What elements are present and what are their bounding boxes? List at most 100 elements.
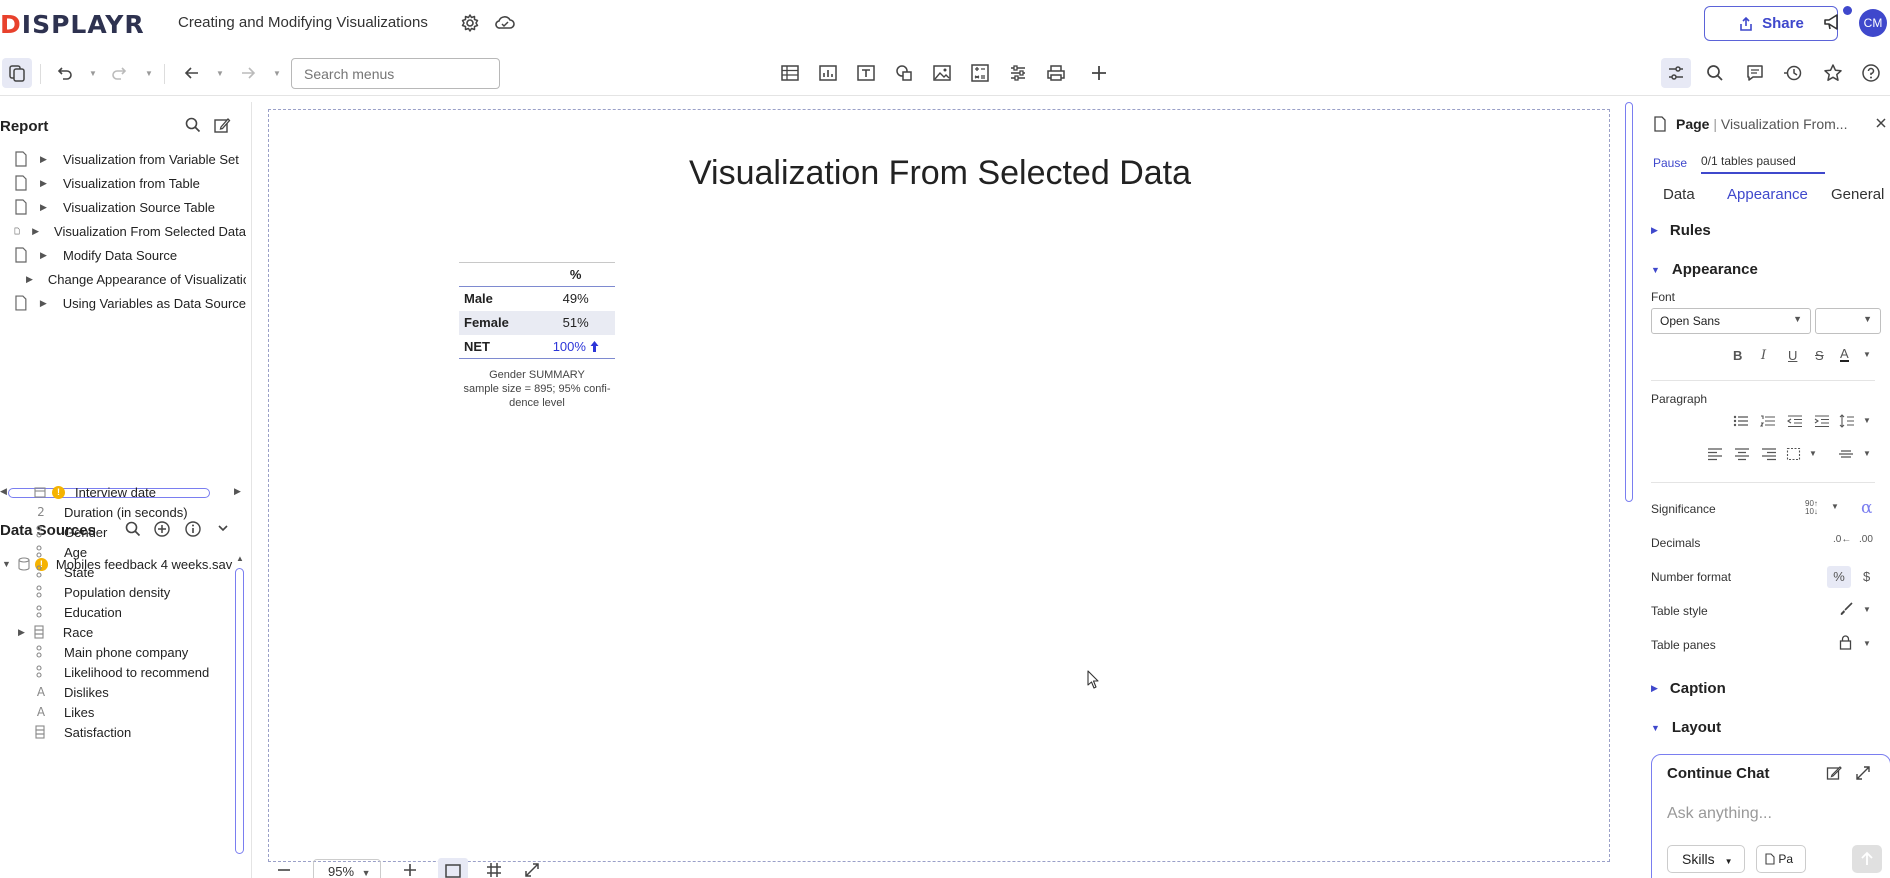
pause-button[interactable]: Pause <box>1653 156 1687 170</box>
close-icon[interactable] <box>1874 116 1888 130</box>
increase-decimals-icon[interactable]: .00 <box>1859 534 1873 545</box>
variable-item[interactable]: 2 Duration (in seconds) <box>34 502 187 522</box>
toggle-panels-icon[interactable] <box>2 58 32 88</box>
expand-arrow-icon[interactable]: ▶ <box>32 226 39 237</box>
variable-item[interactable]: State <box>34 562 94 582</box>
help-icon[interactable] <box>1859 61 1883 85</box>
print-export-icon[interactable] <box>1044 61 1068 85</box>
filter-controls-icon[interactable] <box>1006 61 1030 85</box>
variable-item[interactable]: A Likes <box>34 702 94 722</box>
search-icon[interactable] <box>1703 61 1727 85</box>
expand-arrow-icon[interactable]: ▶ <box>40 154 48 165</box>
scroll-left-icon[interactable]: ◀ <box>0 486 7 497</box>
redo-icon[interactable] <box>108 61 132 85</box>
report-item[interactable]: ▶ Visualization from Table <box>14 173 246 193</box>
expand-icon[interactable] <box>524 862 540 878</box>
calculation-icon[interactable] <box>968 61 992 85</box>
expand-arrow-icon[interactable]: ▶ <box>26 274 33 285</box>
zoom-level-select[interactable]: 95% ▼ <box>313 859 381 878</box>
image-icon[interactable] <box>930 61 954 85</box>
canvas-vertical-scrollbar[interactable] <box>1625 102 1633 502</box>
send-button[interactable] <box>1852 845 1882 873</box>
variable-item[interactable]: Satisfaction <box>34 722 131 742</box>
page-context-chip[interactable]: Pa <box>1756 845 1806 873</box>
significance-dropdown-icon[interactable]: ▼ <box>1831 502 1839 511</box>
line-spacing-dropdown-icon[interactable]: ▼ <box>1863 416 1871 425</box>
layout-section[interactable]: ▼ Layout <box>1651 719 1721 736</box>
expand-arrow-icon[interactable]: ▶ <box>40 178 48 189</box>
tab-data[interactable]: Data <box>1663 186 1695 203</box>
variable-item[interactable]: Population density <box>34 582 170 602</box>
star-icon[interactable] <box>1821 61 1845 85</box>
back-dropdown-icon[interactable]: ▼ <box>216 69 224 78</box>
brush-icon[interactable] <box>1839 602 1853 616</box>
variable-item[interactable]: Likelihood to recommend <box>34 662 209 682</box>
scroll-up-icon[interactable]: ▲ <box>236 554 244 563</box>
expand-arrow-icon[interactable]: ▶ <box>18 627 25 638</box>
report-item[interactable]: ▶ Change Appearance of Visualization <box>14 269 246 289</box>
vertical-scrollbar[interactable] <box>235 568 244 854</box>
decrease-decimals-icon[interactable]: .0← <box>1833 534 1851 545</box>
caption-section[interactable]: ▶ Caption <box>1651 680 1726 697</box>
chat-input[interactable]: Ask anything... <box>1667 805 1772 823</box>
page-canvas[interactable]: Visualization From Selected Data % Male … <box>268 109 1610 862</box>
percent-format-icon[interactable]: % <box>1827 566 1851 588</box>
redo-dropdown-icon[interactable]: ▼ <box>145 69 153 78</box>
font-family-select[interactable]: Open Sans ▼ <box>1651 308 1811 334</box>
underline-icon[interactable]: U <box>1788 348 1797 363</box>
lock-icon[interactable] <box>1839 635 1852 650</box>
tab-appearance[interactable]: Appearance <box>1727 186 1808 203</box>
info-icon[interactable] <box>184 520 202 538</box>
expand-arrow-icon[interactable]: ▶ <box>40 202 48 213</box>
appearance-section[interactable]: ▼ Appearance <box>1651 261 1758 278</box>
table-row[interactable]: Male 49% <box>459 287 615 311</box>
report-item[interactable]: ▶ Visualization Source Table <box>14 197 246 217</box>
variable-item[interactable]: Main phone company <box>34 642 188 662</box>
history-icon[interactable] <box>1781 61 1805 85</box>
variable-item[interactable]: Education <box>34 602 122 622</box>
back-arrow-icon[interactable] <box>180 61 204 85</box>
properties-panel-icon[interactable] <box>1661 58 1691 88</box>
table-row[interactable]: Female 51% <box>459 310 615 335</box>
bullet-list-icon[interactable] <box>1733 414 1749 428</box>
grid-icon[interactable] <box>486 862 502 878</box>
variable-item[interactable]: ! Interview date <box>34 482 156 502</box>
gear-icon[interactable] <box>460 13 480 33</box>
font-size-select[interactable]: ▼ <box>1815 308 1881 334</box>
skills-dropdown[interactable]: Skills ▼ <box>1667 845 1745 873</box>
edit-page-icon[interactable] <box>213 116 231 134</box>
undo-dropdown-icon[interactable]: ▼ <box>89 69 97 78</box>
search-icon[interactable] <box>124 520 142 538</box>
significance-icon[interactable]: 90↑ 10↓ <box>1805 500 1818 516</box>
italic-icon[interactable]: I <box>1761 348 1766 363</box>
add-data-source-icon[interactable] <box>153 520 171 538</box>
shapes-icon[interactable] <box>892 61 916 85</box>
chevron-down-icon[interactable] <box>215 520 231 536</box>
comments-icon[interactable] <box>1743 61 1767 85</box>
line-spacing-icon[interactable] <box>1839 414 1855 428</box>
table-style-dropdown-icon[interactable]: ▼ <box>1863 605 1871 614</box>
font-color-dropdown-icon[interactable]: ▼ <box>1863 350 1871 359</box>
expand-arrow-icon[interactable]: ▶ <box>40 250 48 261</box>
text-box-icon[interactable] <box>854 61 878 85</box>
scroll-right-icon[interactable]: ▶ <box>234 486 241 497</box>
tab-general[interactable]: General <box>1831 186 1884 203</box>
variable-item[interactable]: Gender <box>34 522 107 542</box>
search-menus-input[interactable] <box>291 58 500 89</box>
avatar[interactable]: CM <box>1859 9 1887 37</box>
report-item[interactable]: ▶ Visualization from Variable Set <box>14 149 246 169</box>
document-title[interactable]: Creating and Modifying Visualizations <box>178 14 428 31</box>
rules-section[interactable]: ▶ Rules <box>1651 222 1711 239</box>
summary-table[interactable]: % Male 49% Female 51% NET 100% <box>459 262 615 359</box>
add-icon[interactable] <box>1087 61 1111 85</box>
alpha-icon[interactable]: α <box>1861 498 1872 518</box>
strikethrough-icon[interactable]: S <box>1815 348 1824 363</box>
share-button[interactable]: Share <box>1704 6 1838 41</box>
report-item-selected[interactable]: ▶ Visualization From Selected Data <box>14 221 246 241</box>
indent-icon[interactable] <box>1814 414 1830 428</box>
report-item[interactable]: ▶ Modify Data Source <box>14 245 246 265</box>
variable-item[interactable]: A Dislikes <box>34 682 109 702</box>
forward-dropdown-icon[interactable]: ▼ <box>273 69 281 78</box>
align-center-icon[interactable] <box>1734 447 1750 461</box>
border-icon[interactable] <box>1786 447 1802 461</box>
